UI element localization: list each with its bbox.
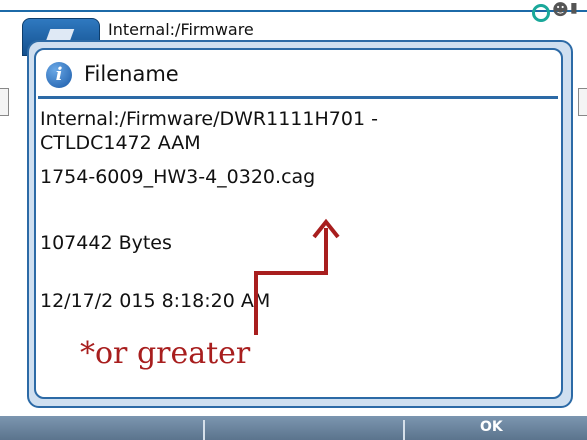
file-name: 1754-6009_HW3-4_0320.cag <box>40 166 316 188</box>
title-bar-line <box>0 10 587 12</box>
dialog-header: i Filename <box>36 50 561 94</box>
annotation-text: *or greater <box>80 336 251 371</box>
right-edge-control <box>578 88 587 116</box>
user-icon: ☻ <box>552 0 569 19</box>
ok-softkey[interactable]: OK <box>480 419 503 435</box>
status-icons: ☻ ▮ <box>528 0 587 22</box>
file-timestamp: 12/17/2 015 8:18:20 AM <box>40 290 271 312</box>
annotation-arrow-shaft-horizontal <box>254 271 328 275</box>
softkey-divider <box>403 420 405 440</box>
window-path: Internal:/Firmware <box>108 20 254 39</box>
dialog-divider <box>38 96 558 99</box>
file-size: 107442 Bytes <box>40 232 172 254</box>
annotation-arrow-shaft-lower <box>254 275 258 335</box>
lock-icon: ▮ <box>570 0 578 16</box>
connection-icon <box>532 4 550 22</box>
annotation-arrowhead-icon <box>312 218 340 239</box>
softkey-divider <box>203 420 205 440</box>
dialog-title: Filename <box>84 62 179 86</box>
left-edge-control <box>0 88 9 116</box>
file-path-line-1: Internal:/Firmware/DWR1111H701 - <box>40 108 378 130</box>
file-path-line-2: CTLDC1472 AAM <box>40 132 201 154</box>
info-icon: i <box>46 62 72 88</box>
